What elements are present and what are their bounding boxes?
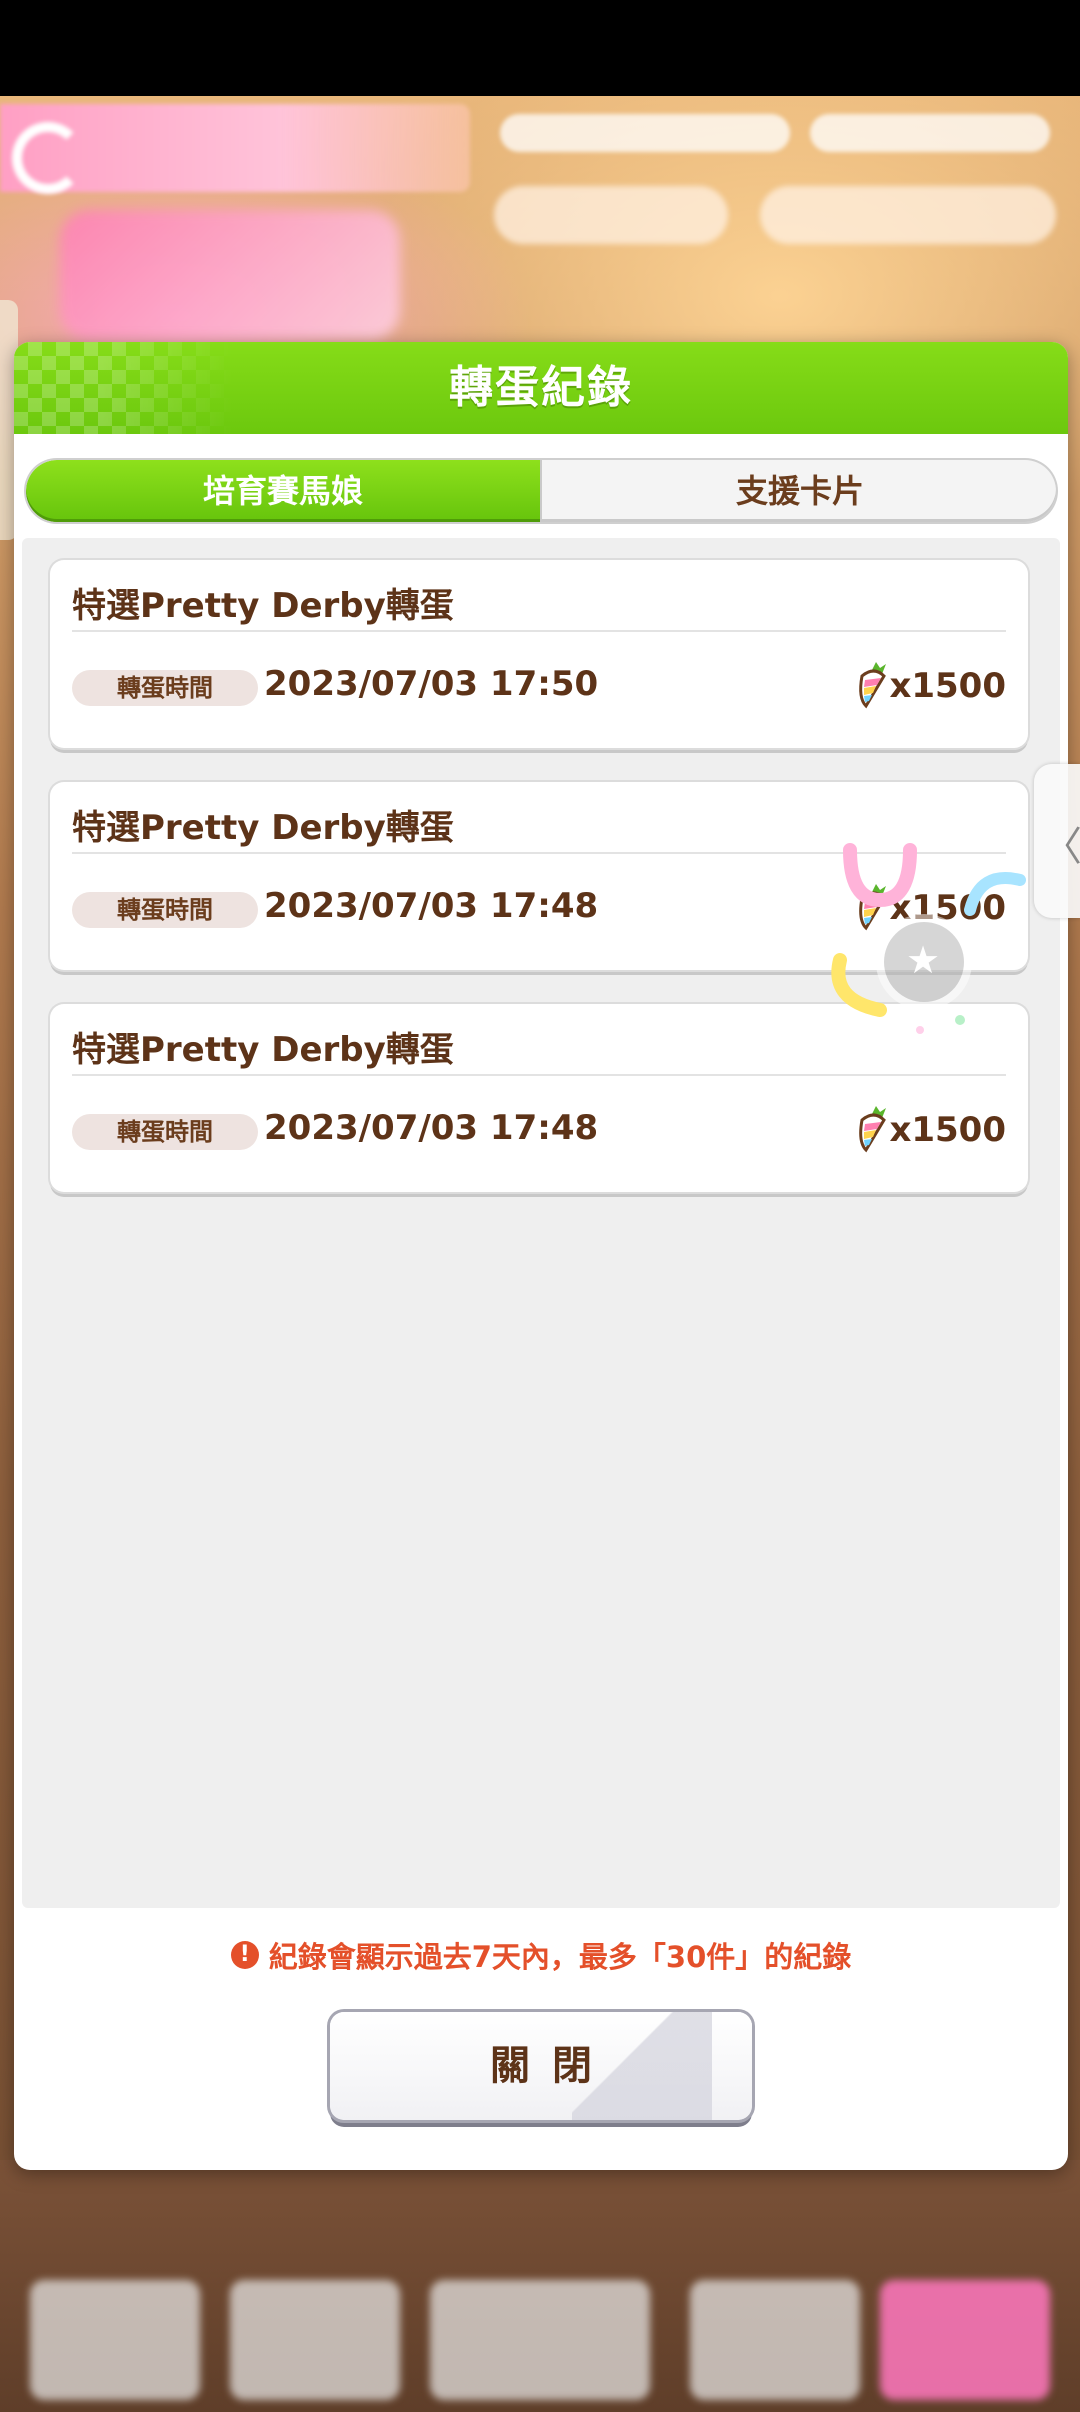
background-menu-item: [690, 2280, 860, 2400]
gacha-history-dialog: 轉蛋紀錄 培育賽馬娘 支援卡片 特選Pretty Derby轉蛋 轉蛋時間 20…: [14, 342, 1068, 2170]
rainbow-carrot-icon: [859, 1106, 886, 1153]
background-menu-item: [430, 2280, 650, 2400]
background-menu-item: [230, 2280, 400, 2400]
dialog-title: 轉蛋紀錄: [449, 362, 633, 413]
record-title: 特選Pretty Derby轉蛋: [72, 1030, 454, 1070]
divider: [72, 630, 1006, 632]
record-time: 2023/07/03 17:48: [264, 886, 599, 926]
status-bar: [0, 0, 1080, 96]
record-card: 特選Pretty Derby轉蛋 轉蛋時間 2023/07/03 17:48 x…: [50, 782, 1028, 970]
floating-star-button[interactable]: ★: [884, 922, 964, 1002]
close-button[interactable]: 關閉: [330, 2012, 752, 2120]
notice-text: 紀錄會顯示過去7天內，最多「30件」的紀錄: [268, 1940, 852, 1974]
record-list: 特選Pretty Derby轉蛋 轉蛋時間 2023/07/03 17:50 x…: [22, 538, 1060, 1908]
record-amount: x1500: [889, 1110, 1006, 1150]
background-currency-counter: [500, 114, 790, 152]
tab-bar: 培育賽馬娘 支援卡片: [26, 460, 1056, 522]
record-time: 2023/07/03 17:50: [264, 664, 599, 704]
time-label: 轉蛋時間: [72, 670, 258, 706]
divider: [72, 852, 1006, 854]
record-card: 特選Pretty Derby轉蛋 轉蛋時間 2023/07/03 17:50 x…: [50, 560, 1028, 748]
side-panel-handle[interactable]: 〈: [1034, 764, 1080, 918]
alert-icon: !: [230, 1941, 259, 1969]
dialog-header: 轉蛋紀錄: [14, 342, 1068, 434]
background-gacha-logo: [60, 210, 400, 340]
time-label: 轉蛋時間: [72, 892, 258, 928]
background-button: [494, 186, 728, 244]
notice-message: ! 紀錄會顯示過去7天內，最多「30件」的紀錄: [14, 1934, 1068, 1976]
tab-trainee-umamusume[interactable]: 培育賽馬娘: [26, 460, 540, 522]
record-amount: x1500: [889, 666, 1006, 706]
time-label: 轉蛋時間: [72, 1114, 258, 1150]
star-icon: ★: [906, 938, 941, 982]
background-gacha-icon: [12, 122, 84, 194]
chevron-left-icon: 〈: [1042, 824, 1080, 870]
record-title: 特選Pretty Derby轉蛋: [72, 808, 454, 848]
divider: [72, 1074, 1006, 1076]
record-card: 特選Pretty Derby轉蛋 轉蛋時間 2023/07/03 17:48 x…: [50, 1004, 1028, 1192]
close-button-label: 關閉: [490, 2043, 614, 2089]
background-menu-item: [880, 2280, 1050, 2400]
rainbow-carrot-icon: [859, 884, 886, 931]
rainbow-carrot-icon: [859, 662, 886, 709]
background-menu-item: [30, 2280, 200, 2400]
background-currency-counter: [810, 114, 1050, 152]
record-amount: x1500: [889, 888, 1006, 928]
tab-support-cards[interactable]: 支援卡片: [540, 460, 1056, 522]
background-button: [760, 186, 1056, 244]
record-title: 特選Pretty Derby轉蛋: [72, 586, 454, 626]
record-time: 2023/07/03 17:48: [264, 1108, 599, 1148]
